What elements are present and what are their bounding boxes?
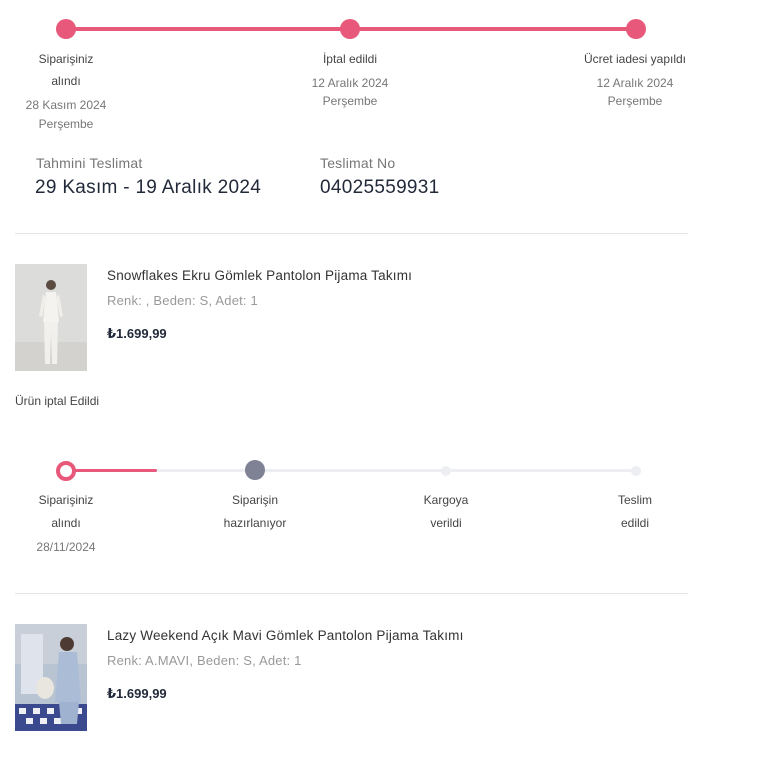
shipment-step-date: 28/11/2024 (36, 540, 96, 554)
product-name[interactable]: Lazy Weekend Açık Mavi Gömlek Pantolon P… (107, 628, 464, 643)
shipment-step-label: Siparişiniz (38, 493, 94, 507)
refund-step-dot-ordered (56, 19, 76, 39)
estimated-delivery-label: Tahmini Teslimat (36, 155, 143, 171)
refund-step-date: 12 Aralık 2024 (311, 76, 389, 90)
shipment-step-label: hazırlanıyor (223, 516, 287, 530)
refund-step-label: Ücret iadesi yapıldı (583, 52, 687, 66)
product-meta: Renk: , Beden: S, Adet: 1 (107, 293, 258, 308)
product-status: Ürün iptal Edildi (15, 394, 100, 408)
divider (15, 233, 688, 234)
refund-step-dot-cancelled (340, 19, 360, 39)
product-meta: Renk: A.MAVI, Beden: S, Adet: 1 (107, 653, 302, 668)
refund-step-date: 12 Aralık 2024 (596, 76, 674, 90)
shipment-step-label: alındı (51, 516, 81, 530)
divider (15, 593, 688, 594)
refund-step-day: Perşembe (607, 94, 663, 108)
product-price: ₺1.699,99 (107, 686, 167, 701)
product-image-snowflakes[interactable] (15, 264, 87, 371)
shipment-step-dot-ordered (56, 461, 76, 481)
tracking-number-label: Teslimat No (320, 155, 396, 171)
shipment-step-dot-preparing (245, 460, 265, 480)
refund-step-dot-refunded (626, 19, 646, 39)
shipment-track-progress (66, 469, 157, 472)
tracking-number-value[interactable]: 04025559931 (320, 177, 440, 199)
refund-step-day: Perşembe (38, 117, 94, 131)
product-price: ₺1.699,99 (107, 326, 167, 341)
refund-step-label: alındı (51, 74, 81, 88)
estimated-delivery-value: 29 Kasım - 19 Aralık 2024 (35, 177, 262, 198)
shipment-step-label: Kargoya (423, 493, 469, 507)
shipment-step-label: Teslim (617, 493, 652, 507)
shipment-step-label: edildi (620, 516, 650, 530)
product-name[interactable]: Snowflakes Ekru Gömlek Pantolon Pijama T… (107, 268, 412, 283)
refund-step-label: İptal edildi (322, 52, 378, 66)
shipment-step-label: verildi (430, 516, 462, 530)
shipment-step-dot-shipped (441, 466, 451, 476)
product-image-lazy-weekend[interactable] (15, 624, 87, 731)
refund-step-label: Siparişiniz (38, 52, 94, 66)
refund-step-day: Perşembe (322, 94, 378, 108)
shipment-step-dot-delivered (631, 466, 641, 476)
shipment-step-label: Siparişin (231, 493, 279, 507)
refund-step-date: 28 Kasım 2024 (25, 98, 107, 112)
